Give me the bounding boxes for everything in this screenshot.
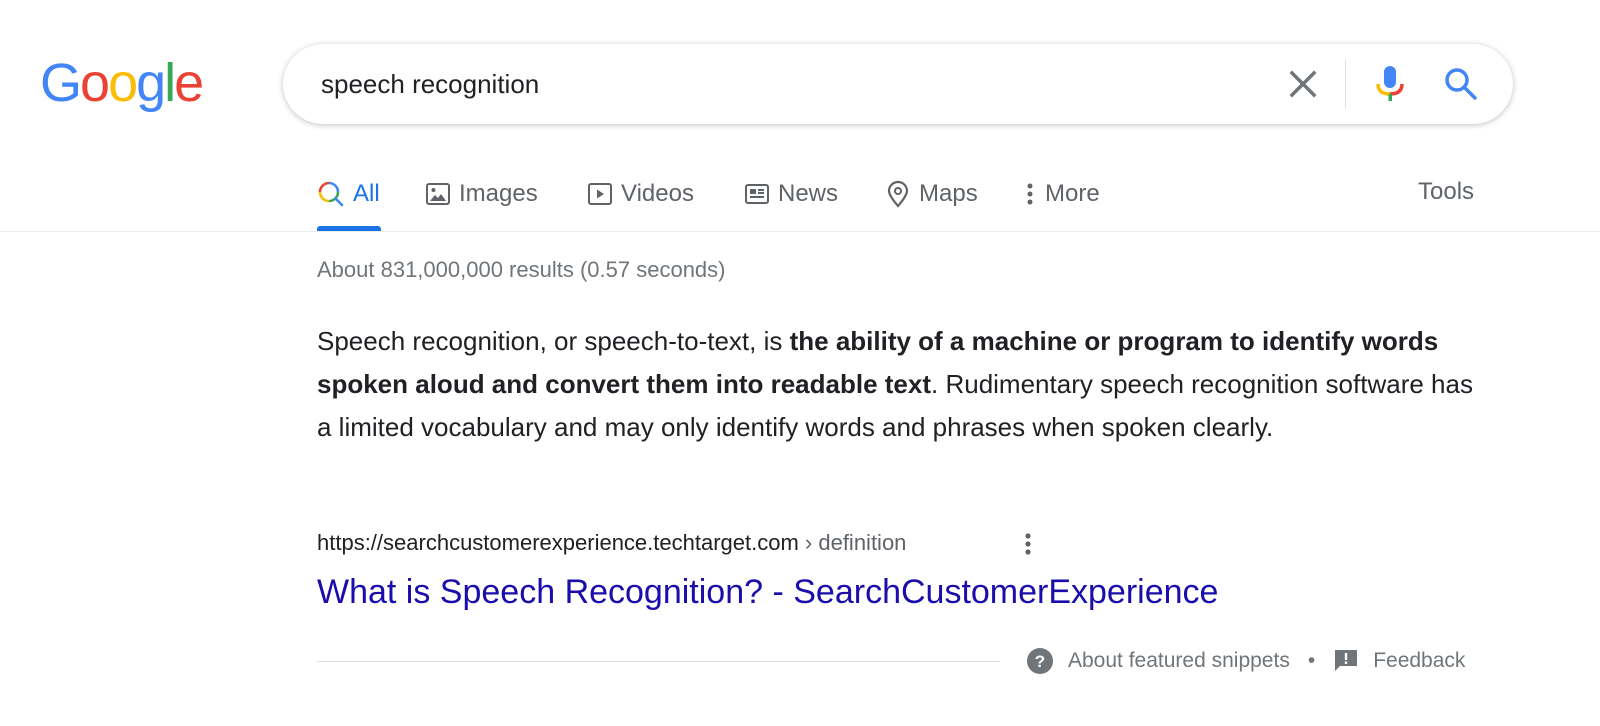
result-stats: About 831,000,000 results (0.57 seconds) <box>317 257 726 282</box>
tabs-divider <box>0 231 1600 232</box>
search-icon <box>1445 68 1477 100</box>
play-icon <box>588 183 612 205</box>
featured-snippet-text: Speech recognition, or speech-to-text, i… <box>317 320 1487 449</box>
search-box-divider <box>1345 60 1346 108</box>
tab-label: Maps <box>919 180 978 207</box>
feedback-link[interactable]: Feedback <box>1333 648 1465 674</box>
more-vert-icon <box>1025 533 1031 555</box>
snippet-prefix: Speech recognition, or speech-to-text, i… <box>317 326 790 356</box>
tab-news[interactable]: News <box>744 178 838 210</box>
logo-letter: o <box>108 53 138 113</box>
footer-separator: • <box>1307 649 1316 672</box>
search-button[interactable] <box>1441 64 1481 104</box>
tab-videos[interactable]: Videos <box>587 178 694 210</box>
logo-letter: g <box>136 53 166 113</box>
tab-label: News <box>778 180 839 207</box>
search-icon <box>318 181 344 207</box>
feedback-icon <box>1335 650 1358 671</box>
feedback-label: Feedback <box>1373 649 1466 672</box>
logo-letter: o <box>80 53 110 113</box>
logo-letter: e <box>174 53 204 113</box>
result-breadcrumb: › definition <box>798 530 907 555</box>
help-icon: ? <box>1027 648 1053 674</box>
about-snippets-link[interactable]: ? About featured snippets <box>1026 647 1290 675</box>
newspaper-icon <box>745 184 769 204</box>
search-input[interactable] <box>319 68 1223 101</box>
logo-letter: G <box>40 53 82 113</box>
tab-more[interactable]: More <box>1023 178 1100 210</box>
svg-text:?: ? <box>1035 652 1045 671</box>
snippet-footer: ? About featured snippets • Feedback <box>1026 647 1465 675</box>
logo-letter: l <box>164 53 176 113</box>
tab-label: Images <box>459 180 538 207</box>
image-icon <box>426 183 450 205</box>
snippet-footer-divider <box>317 661 1000 662</box>
tab-label: More <box>1045 180 1100 207</box>
tab-images[interactable]: Images <box>425 178 538 210</box>
clear-button[interactable] <box>1283 64 1323 104</box>
close-icon <box>1289 70 1317 98</box>
tab-label: Videos <box>621 180 694 207</box>
result-options-button[interactable] <box>1018 530 1038 558</box>
tab-label: All <box>353 180 380 207</box>
result-url[interactable]: https://searchcustomerexperience.techtar… <box>317 530 906 556</box>
microphone-icon <box>1376 66 1404 101</box>
result-domain: https://searchcustomerexperience.techtar… <box>317 530 799 555</box>
tab-all[interactable]: All <box>317 178 380 210</box>
map-pin-icon <box>887 180 909 208</box>
about-snippets-label: About featured snippets <box>1068 649 1290 672</box>
result-title-link[interactable]: What is Speech Recognition? - SearchCust… <box>317 573 1218 612</box>
more-vert-icon <box>1027 183 1033 205</box>
search-box <box>283 44 1513 124</box>
voice-search-button[interactable] <box>1371 64 1409 104</box>
tab-maps[interactable]: Maps <box>885 178 978 210</box>
google-logo[interactable]: Google <box>40 53 204 113</box>
tools-button[interactable]: Tools <box>1418 178 1474 206</box>
